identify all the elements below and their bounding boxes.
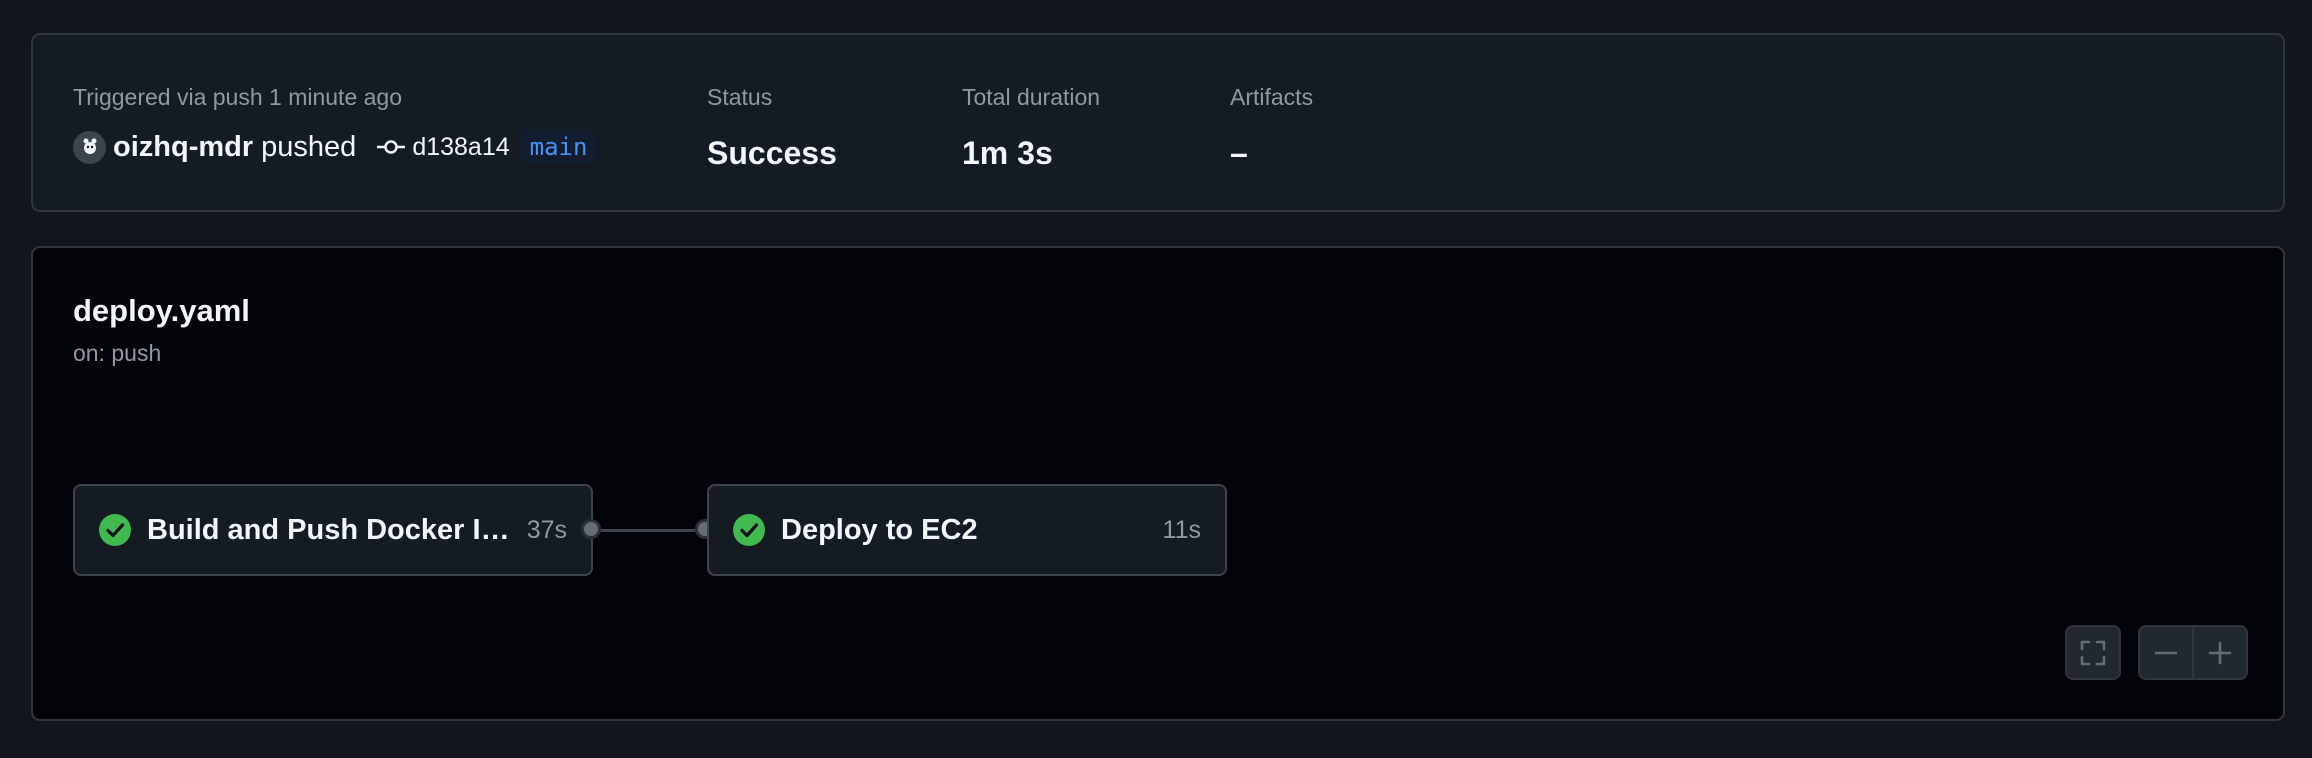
git-commit-icon (376, 132, 406, 162)
job-name: Build and Push Docker Image (147, 513, 513, 546)
zoom-controls (2138, 625, 2248, 680)
duration-label: Total duration (962, 84, 1101, 110)
workflow-file-title: deploy.yaml (73, 293, 250, 328)
job-name: Deploy to EC2 (781, 513, 978, 546)
connector-out-dot (581, 519, 601, 539)
trigger-details: oizhq-mdr pushed d138a14 main (73, 127, 598, 167)
job-card-deploy[interactable]: Deploy to EC2 11s (707, 484, 1227, 576)
status-value: Success (707, 135, 837, 171)
trigger-label: Triggered via push 1 minute ago (73, 84, 403, 110)
plus-icon (2208, 641, 2232, 664)
trigger-section: Triggered via push 1 minute ago oizhq-md… (73, 83, 598, 167)
run-summary-card: Triggered via push 1 minute ago oizhq-md… (31, 33, 2285, 212)
workflow-trigger: on: push (73, 340, 162, 366)
status-section: Status Success (707, 83, 837, 173)
minus-icon (2154, 651, 2178, 654)
artifacts-label: Artifacts (1230, 84, 1314, 110)
check-circle-icon (99, 514, 131, 546)
workflow-graph-card: deploy.yaml on: push Build and Push Dock… (31, 246, 2285, 721)
job-duration: 11s (1162, 515, 1201, 544)
check-circle-icon (733, 514, 765, 546)
fullscreen-icon (2080, 640, 2106, 665)
zoom-in-button[interactable] (2192, 627, 2246, 678)
job-card-build[interactable]: Build and Push Docker Image 37s (73, 484, 593, 576)
job-duration: 37s (526, 515, 567, 544)
duration-value: 1m 3s (962, 135, 1053, 171)
fullscreen-button[interactable] (2065, 625, 2121, 680)
duration-section: Total duration 1m 3s (962, 83, 1100, 173)
status-label: Status (707, 84, 773, 110)
artifacts-value: – (1230, 135, 1248, 171)
artifacts-section: Artifacts – (1230, 83, 1313, 173)
job-connector (593, 529, 711, 532)
zoom-out-button[interactable] (2140, 627, 2192, 678)
avatar-icon (83, 138, 96, 154)
avatar[interactable] (73, 130, 106, 164)
action-text: pushed (261, 130, 357, 163)
actor-link[interactable]: oizhq-mdr (113, 131, 253, 164)
branch-badge[interactable]: main (519, 130, 598, 164)
commit-sha-link[interactable]: d138a14 (412, 133, 509, 162)
